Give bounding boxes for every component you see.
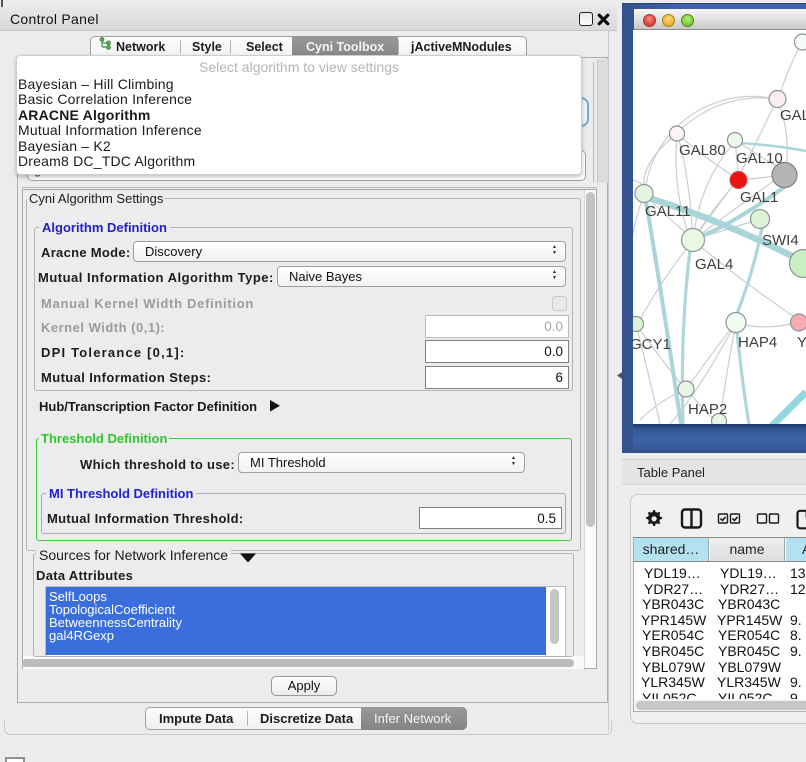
svg-text:GAL11: GAL11 — [645, 203, 691, 220]
svg-text:HAP2: HAP2 — [688, 401, 727, 418]
svg-text:GAL: GAL — [780, 107, 806, 124]
svg-text:GAL1: GAL1 — [740, 189, 778, 206]
svg-text:GAL10: GAL10 — [736, 150, 783, 167]
svg-text:GCY1: GCY1 — [633, 336, 671, 353]
svg-text:SWI4: SWI4 — [762, 232, 799, 249]
svg-text:Y: Y — [797, 334, 806, 351]
svg-text:GAL4: GAL4 — [695, 256, 733, 273]
svg-text:GAL80: GAL80 — [679, 142, 726, 159]
svg-text:HAP4: HAP4 — [738, 334, 777, 351]
